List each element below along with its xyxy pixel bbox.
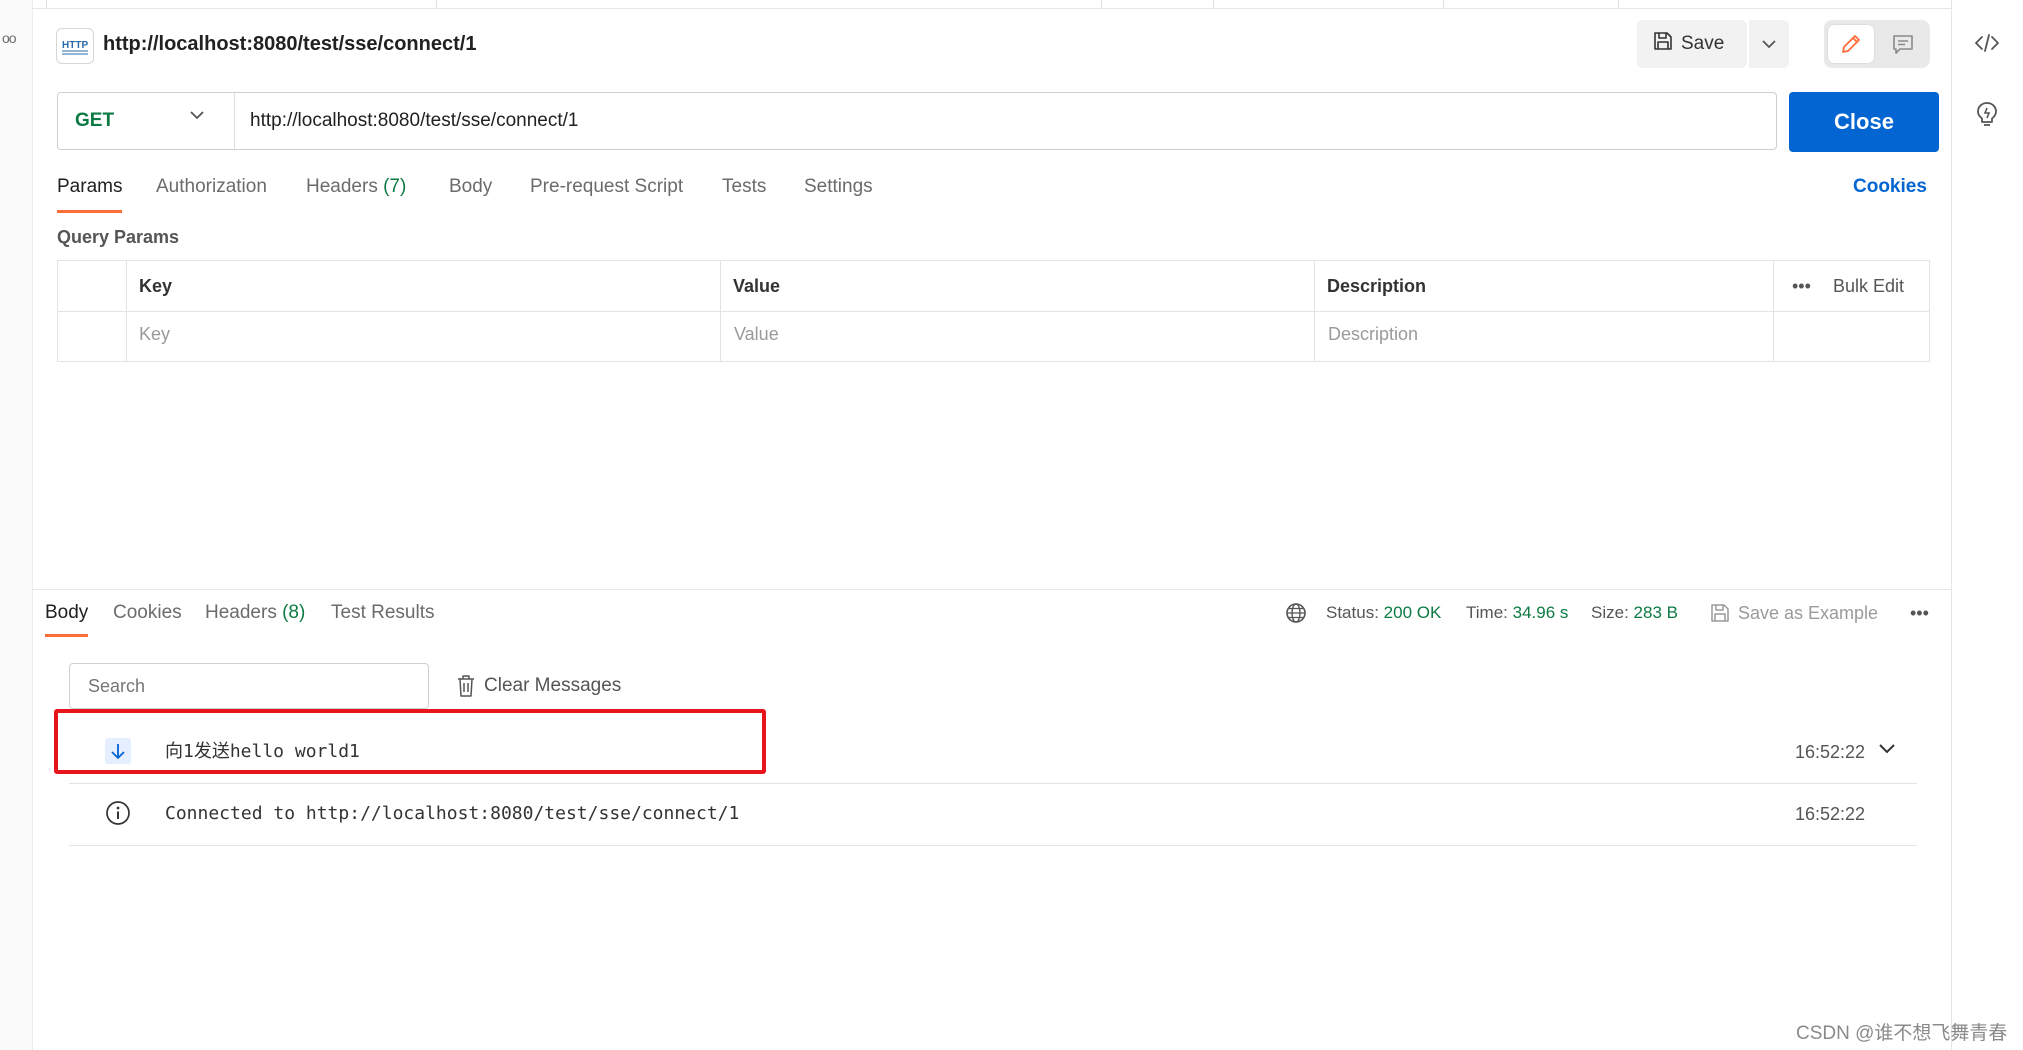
tab-divider [1101,0,1102,8]
close-connection-button[interactable]: Close [1789,92,1939,152]
cookies-link[interactable]: Cookies [1853,174,1927,200]
save-button[interactable]: Save [1637,20,1747,68]
http-request-icon: HTTP [56,28,94,64]
response-time: Time: 34.96 s [1466,603,1569,622]
edit-mode-button[interactable] [1828,25,1874,63]
save-options-dropdown[interactable] [1749,20,1789,68]
tab-tests[interactable]: Tests [722,174,766,214]
tab-divider [1443,0,1444,8]
trash-icon [458,675,474,697]
method-select[interactable]: GET [58,93,235,149]
response-status: Status: 200 OK [1326,603,1442,622]
response-more-icon[interactable]: ••• [1910,600,1929,626]
message-time: 16:52:22 [1795,742,1866,762]
globe-icon[interactable] [1285,602,1307,629]
tab-response-headers[interactable]: Headers (8) [205,600,305,626]
save-label: Save [1681,33,1725,54]
url-bar: GET http://localhost:8080/test/sse/conne… [57,92,1777,150]
time-value: 34.96 s [1512,603,1569,622]
http-badge-text: HTTP [62,40,88,51]
column-header-key: Key [139,276,173,296]
method-label: GET [75,110,115,131]
document-icon [1893,35,1913,54]
tab-authorization[interactable]: Authorization [156,174,267,214]
clear-messages-button[interactable]: Clear Messages [456,673,621,699]
message-row[interactable]: Connected to http://localhost:8080/test/… [69,783,1917,846]
tab-params[interactable]: Params [57,174,123,214]
url-input[interactable]: http://localhost:8080/test/sse/connect/1 [250,93,578,149]
query-params-label: Query Params [57,227,180,247]
info-icon [104,799,132,827]
value-input[interactable]: Value [734,322,779,346]
bulk-edit-button[interactable]: Bulk Edit [1833,274,1904,298]
status-value: 200 OK [1383,603,1442,622]
message-search-input[interactable] [69,663,429,709]
chevron-down-icon [1762,39,1776,48]
save-as-example-button[interactable]: Save as Example [1710,600,1878,626]
view-mode-toggle [1824,20,1930,68]
tab-pre-request-script[interactable]: Pre-request Script [530,174,683,214]
row-divider [58,311,1929,312]
tab-divider [46,0,47,8]
description-input[interactable]: Description [1328,322,1418,346]
pencil-icon [1842,35,1860,53]
left-gutter: oo [0,0,33,1050]
request-title[interactable]: http://localhost:8080/test/sse/connect/1 [103,30,476,58]
message-text: Connected to http://localhost:8080/test/… [165,803,740,824]
size-value: 283 B [1633,603,1678,622]
tab-divider [1213,0,1214,8]
tab-divider [1618,0,1619,8]
documentation-mode-button[interactable] [1880,25,1926,63]
tab-body[interactable]: Body [449,174,492,214]
lightbulb-icon[interactable] [1972,100,2002,130]
key-input[interactable]: Key [139,322,170,346]
save-disk-icon [1711,604,1729,622]
more-options-icon[interactable]: ••• [1792,274,1811,298]
chevron-down-icon [190,111,204,120]
column-header-description: Description [1327,276,1427,296]
tab-response-body[interactable]: Body [45,600,89,637]
query-params-table: Key Value Description ••• Bulk Edit Key … [57,260,1930,362]
pane-divider[interactable] [32,589,1952,590]
headers-count: (7) [383,176,407,197]
chevron-down-icon[interactable] [1879,741,1895,759]
tab-test-results[interactable]: Test Results [331,600,434,626]
column-header-value: Value [733,276,781,296]
watermark: CSDN @谁不想飞舞青春 [1796,1023,2008,1044]
message-time: 16:52:22 [1795,804,1866,824]
save-disk-icon [1653,31,1673,57]
annotation-highlight-box [54,709,766,774]
tab-strip [32,0,1952,9]
tab-settings[interactable]: Settings [804,174,873,214]
right-sidebar [1951,0,2023,1050]
response-size: Size: 283 B [1591,603,1678,622]
tab-divider [436,0,437,8]
tab-response-cookies[interactable]: Cookies [113,600,182,626]
tab-headers[interactable]: Headers (7) [306,174,406,214]
menu-dots-icon[interactable]: oo [2,30,17,46]
code-icon[interactable] [1972,28,2002,58]
response-headers-count: (8) [282,602,306,623]
